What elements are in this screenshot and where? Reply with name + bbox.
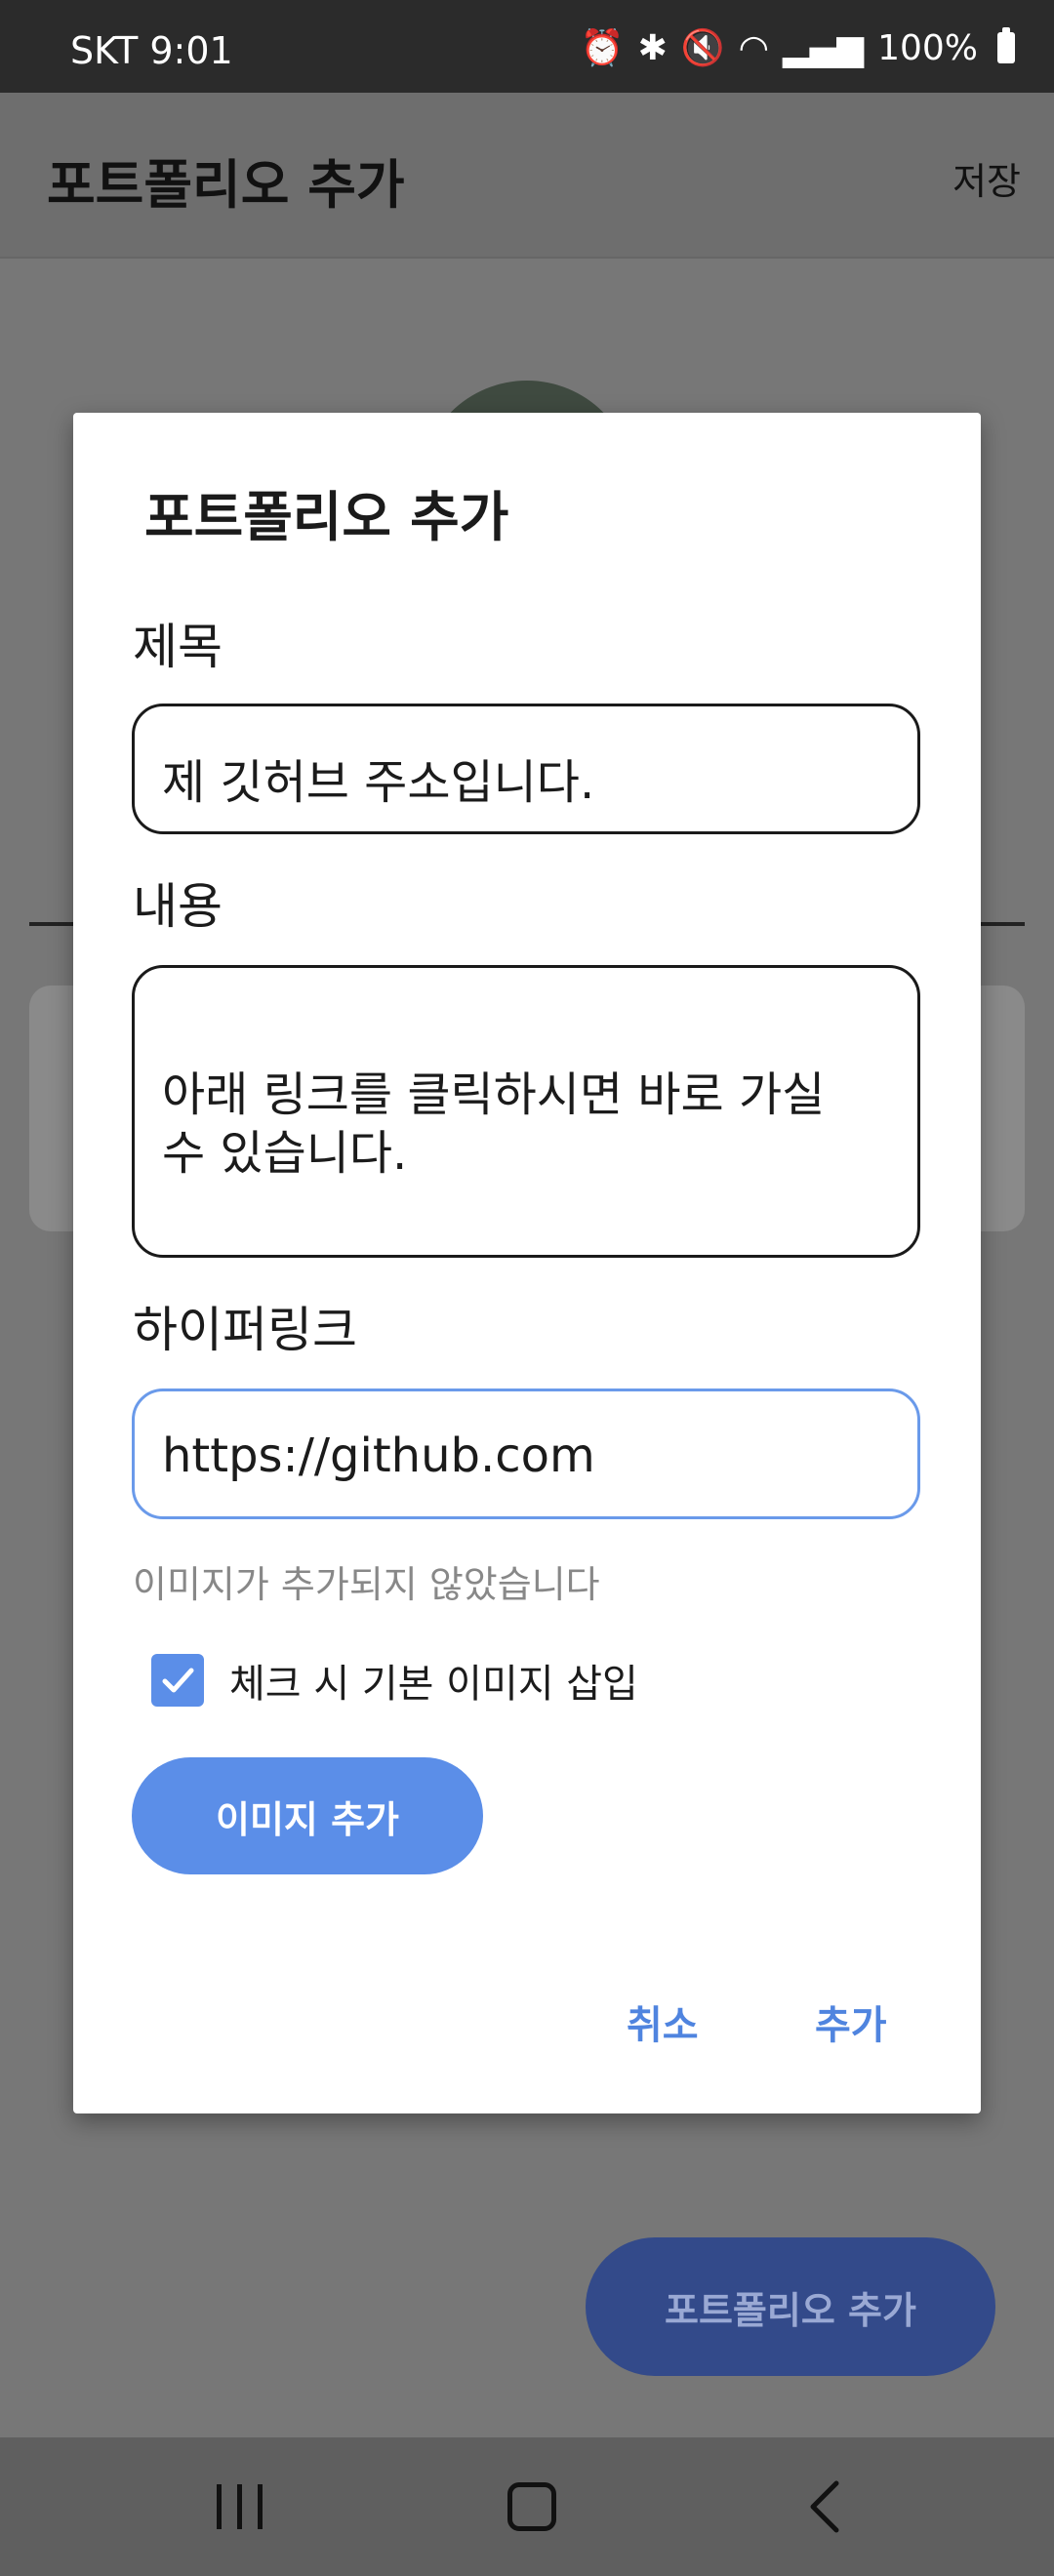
image-status-text: 이미지가 추가되지 않았습니다 [133,1563,600,1606]
mute-icon: 🔇 [680,28,725,68]
app-bar: 포트폴리오 추가 저장 [0,93,1054,259]
content-field-label: 내용 [133,878,223,935]
recent-apps-icon[interactable] [195,2437,283,2576]
battery-icon [997,27,1015,63]
add-portfolio-dialog: 포트폴리오 추가 제목 제 깃허브 주소입니다. 내용 아래 링크를 클릭하시면… [73,413,981,2113]
link-input[interactable]: https://github.com [132,1389,920,1519]
title-field-label: 제목 [133,619,223,675]
title-input[interactable]: 제 깃허브 주소입니다. [132,704,920,834]
cancel-button[interactable]: 취소 [627,1993,699,2050]
alarm-icon: ⏰ [580,28,625,68]
carrier-time: SKT 9:01 [70,29,233,72]
home-icon[interactable] [488,2437,576,2576]
signal-icon: ▂▄▆ [783,27,865,68]
system-nav-bar [0,2437,1054,2576]
title-input-value: 제 깃허브 주소입니다. [162,755,595,810]
add-portfolio-fab[interactable]: 포트폴리오 추가 [586,2237,995,2376]
status-icons: ⏰ ✱ 🔇 ◠ ▂▄▆ 100% [581,27,1015,68]
default-image-checkbox-label: 체크 시 기본 이미지 삽입 [229,1662,638,1707]
battery-percent: 100% [877,27,978,68]
save-button[interactable]: 저장 [953,151,1021,205]
dialog-title: 포트폴리오 추가 [144,486,509,548]
page-title: 포트폴리오 추가 [47,154,405,216]
link-input-value: https://github.com [162,1429,595,1483]
wifi-icon: ◠ [738,27,770,68]
back-icon[interactable] [781,2437,869,2576]
bluetooth-icon: ✱ [637,27,668,68]
add-image-button[interactable]: 이미지 추가 [132,1757,483,1874]
confirm-add-button[interactable]: 추가 [815,1993,887,2050]
content-input-line2: 수 있습니다. [162,1126,408,1181]
link-field-label: 하이퍼링크 [133,1302,357,1358]
status-bar: SKT 9:01 ⏰ ✱ 🔇 ◠ ▂▄▆ 100% [0,0,1054,93]
default-image-checkbox-row[interactable]: 체크 시 기본 이미지 삽입 [151,1652,638,1709]
checkmark-icon [162,1668,194,1693]
content-input[interactable]: 아래 링크를 클릭하시면 바로 가실 수 있습니다. [132,965,920,1258]
default-image-checkbox[interactable] [151,1654,204,1707]
